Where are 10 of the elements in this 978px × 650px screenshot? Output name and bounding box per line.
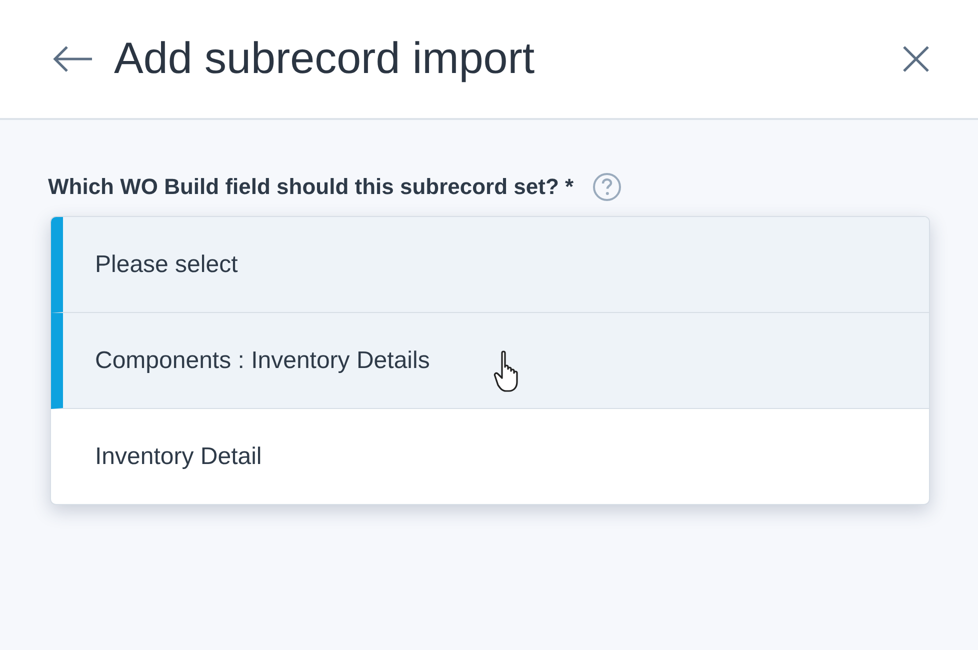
- dropdown-option[interactable]: Please select: [51, 217, 929, 313]
- dropdown-option[interactable]: Inventory Detail: [51, 409, 929, 504]
- close-icon[interactable]: [902, 45, 930, 73]
- option-label: Inventory Detail: [95, 442, 262, 470]
- option-label: Components : Inventory Details: [95, 346, 430, 374]
- field-label: Which WO Build field should this subrecord set? *: [48, 174, 574, 200]
- option-label: Please select: [95, 250, 238, 278]
- dropdown-option[interactable]: Components : Inventory Details: [51, 313, 929, 409]
- back-arrow-icon[interactable]: [52, 45, 94, 73]
- dialog-title: Add subrecord import: [114, 34, 536, 84]
